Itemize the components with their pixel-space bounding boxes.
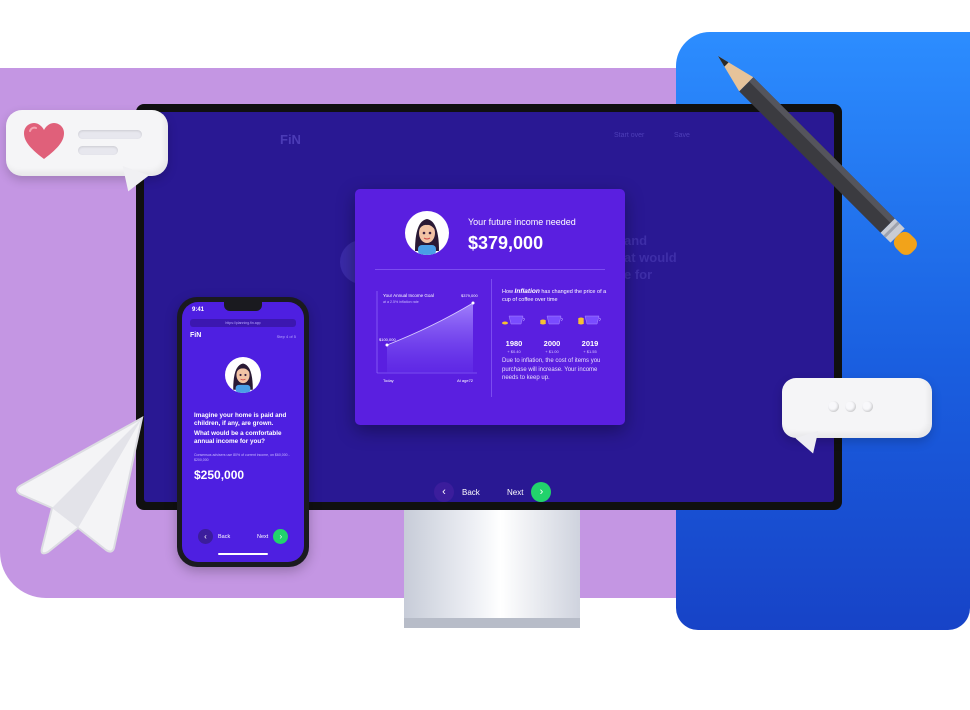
chevron-right-icon[interactable]: › [531,482,552,502]
income-input[interactable]: $250,000 [194,468,244,482]
monitor-stand [404,505,580,625]
chart-subtitle: at a 2.5% inflation rate [383,300,419,304]
mobile-next-button[interactable]: Next › [257,529,289,544]
heart-icon [24,123,64,159]
mobile-app-logo[interactable]: FiN [190,332,201,339]
mobile-question: Imagine your home is paid and children, … [194,412,294,446]
cup-price: + $1.55 [583,349,597,354]
chart-start-point [385,343,389,347]
start-over-link[interactable]: Start over [614,132,644,139]
status-time: 9:41 [192,307,205,313]
card-title: Your future income needed [468,217,576,227]
cup-price: + $0.40 [507,349,521,354]
cup-price: + $1.00 [545,349,559,354]
url-bar[interactable]: https://planning.fin.app [190,319,296,327]
future-income-card: Your future income needed $379,000 Your … [355,189,625,425]
question-line-2: What would be a comfortable annual incom… [194,430,282,445]
typing-dots [828,401,873,412]
bubble-line-long [78,130,142,139]
mobile-advisor-avatar [225,357,261,393]
cup-year: 2000 [543,339,561,348]
coffee-cup-icon [540,315,563,325]
coffee-cup-2019: 2019 + $1.55 [575,313,605,354]
dot-icon [862,401,873,412]
app-logo[interactable]: FiN [280,132,301,147]
cup-year: 2019 [581,339,599,348]
coffee-cup-2000: 2000 + $1.00 [537,313,567,354]
question-line-1: Imagine your home is paid and children, … [194,412,287,427]
chart-area [387,303,473,373]
income-goal-chart: Your Annual Income Goal at a 2.5% inflat… [376,291,478,383]
step-indicator: Step 4 of 5 [276,334,296,339]
phone-notch [224,302,262,311]
cursor-pointer-icon [16,416,144,555]
back-button[interactable]: ‹ Back [434,482,480,502]
chevron-left-icon[interactable]: ‹ [434,482,454,502]
save-link[interactable]: Save [674,132,690,139]
mobile-note: Consensus advisers use 80% of current in… [194,453,290,462]
advisor-avatar [405,211,449,255]
chart-end-label: $379,000 [461,293,478,298]
next-label[interactable]: Next [507,488,523,497]
mobile-back-label[interactable]: Back [218,534,230,540]
coffee-cup-icon [578,315,601,325]
coffee-cup-1980: 1980 + $0.40 [499,313,529,354]
chart-start-label: $100,000 [379,337,396,342]
chart-x-start-label: Today [383,378,394,383]
typing-chat-bubble [782,378,932,438]
coffee-cup-icon [502,315,525,325]
chart-x-end-label: At age72 [457,378,474,383]
background-question-text: and at would e for [624,233,677,282]
chart-end-point [471,301,475,305]
next-button[interactable]: Next › [507,482,552,502]
chevron-right-icon[interactable]: › [273,529,289,544]
inflation-word: Inflation [514,288,540,295]
dot-icon [828,401,839,412]
inflation-note: Due to inflation, the cost of items you … [502,358,601,381]
card-vertical-divider [491,279,492,397]
card-divider [375,269,605,270]
mobile-screen: 9:41 https://planning.fin.app FiN Step 4… [182,302,304,562]
chevron-left-icon[interactable]: ‹ [198,529,213,544]
mobile-next-label[interactable]: Next [257,534,268,540]
chart-title: Your Annual Income Goal [383,293,434,298]
inflation-heading: How Inflation has changed the price of a… [502,288,612,304]
inflation-heading-prefix: How [502,289,514,295]
mobile-back-button[interactable]: ‹ Back [198,529,230,544]
heart-chat-bubble [6,110,168,176]
pencil-icon [718,56,917,255]
monitor-stand-base [404,618,580,628]
home-indicator [218,553,268,555]
back-label[interactable]: Back [462,488,480,497]
bubble-line-short [78,146,118,155]
cup-year: 1980 [505,339,523,348]
dot-icon [845,401,856,412]
mobile-phone: 9:41 https://planning.fin.app FiN Step 4… [177,297,309,567]
card-amount: $379,000 [468,233,544,253]
